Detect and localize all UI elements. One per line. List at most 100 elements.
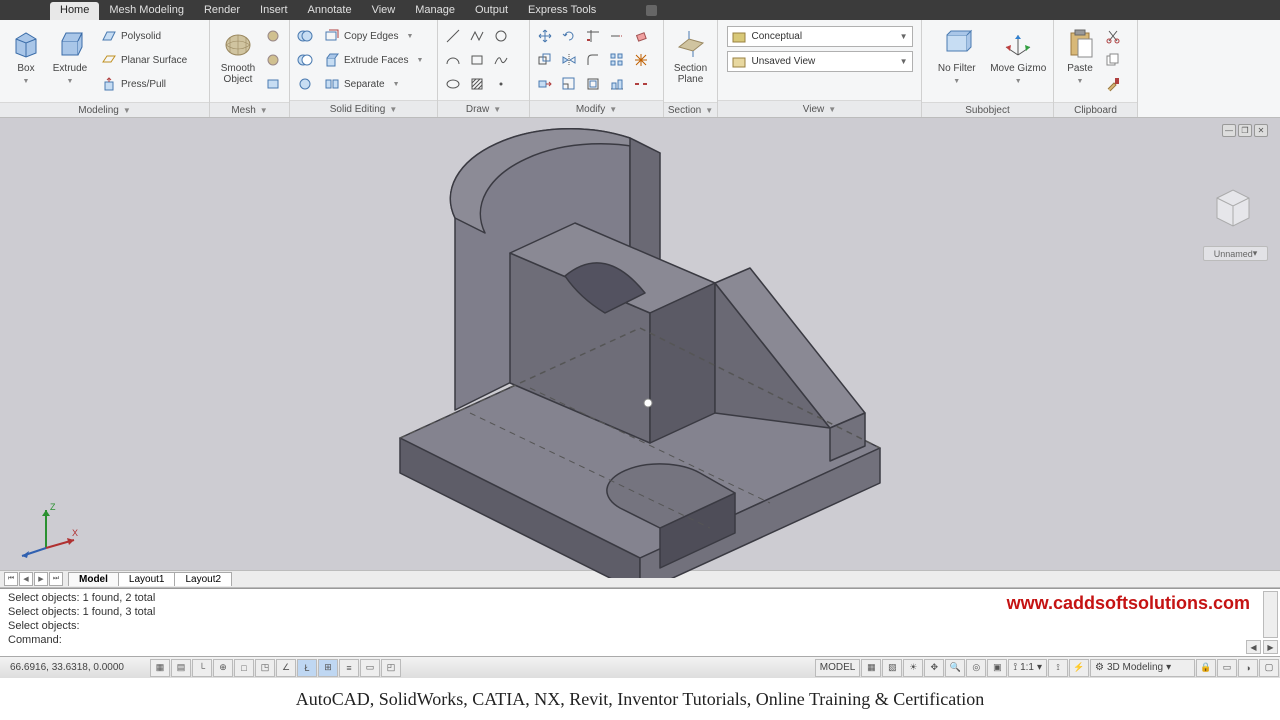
rotate-button[interactable] (558, 25, 580, 47)
drawing-canvas[interactable]: — ❐ ✕ (0, 118, 1280, 570)
cmd-scroll-left[interactable]: ◀ (1246, 640, 1261, 654)
point-button[interactable] (490, 73, 512, 95)
mesh-more1-button[interactable] (262, 25, 284, 47)
circle-button[interactable] (490, 25, 512, 47)
tab-home[interactable]: Home (50, 2, 99, 20)
hardware-accel[interactable]: ▭ (1217, 659, 1237, 677)
panel-mesh-title[interactable]: Mesh▼ (210, 102, 289, 117)
canvas-close-button[interactable]: ✕ (1254, 124, 1268, 137)
3dosnap-toggle[interactable]: ◳ (255, 659, 275, 677)
fillet-button[interactable] (582, 49, 604, 71)
cleanscreen-button[interactable]: ▢ (1259, 659, 1279, 677)
nofilter-button[interactable]: No Filter ▼ (926, 23, 988, 99)
trim-button[interactable] (582, 25, 604, 47)
canvas-restore-button[interactable]: ❐ (1238, 124, 1252, 137)
ortho-toggle[interactable]: └ (192, 659, 212, 677)
tab-view[interactable]: View (362, 2, 406, 20)
arc-button[interactable] (442, 49, 464, 71)
rect-button[interactable] (466, 49, 488, 71)
planarsurface-button[interactable]: Planar Surface (96, 49, 192, 71)
tab-meshmodeling[interactable]: Mesh Modeling (99, 2, 194, 20)
zoom-button[interactable]: 🔍 (945, 659, 965, 677)
extrude-button[interactable]: Extrude ▼ (48, 23, 92, 99)
explode-button[interactable] (630, 49, 652, 71)
sc-toggle[interactable]: ◰ (381, 659, 401, 677)
workspace-sun[interactable]: ☀ (903, 659, 923, 677)
toolbar-lock[interactable]: 🔒 (1196, 659, 1216, 677)
spline-button[interactable] (490, 49, 512, 71)
matchprop-button[interactable] (1102, 73, 1124, 95)
command-window[interactable]: Select objects: 1 found, 2 total Select … (0, 588, 1280, 656)
modelspace-indicator[interactable]: MODEL (815, 659, 861, 677)
subtract-button[interactable] (294, 49, 316, 71)
showmotion-button[interactable]: ▣ (987, 659, 1007, 677)
canvas-minimize-button[interactable]: — (1222, 124, 1236, 137)
intersect-button[interactable] (294, 73, 316, 95)
erase-button[interactable] (630, 25, 652, 47)
scale-button[interactable] (558, 73, 580, 95)
break-button[interactable] (630, 73, 652, 95)
cut-button[interactable] (1102, 25, 1124, 47)
presspull-button[interactable]: Press/Pull (96, 73, 192, 95)
tab-next-button[interactable]: ▶ (34, 572, 48, 586)
annoscale-dropdown[interactable]: ⟟ 1:1 ▾ (1008, 659, 1047, 677)
tab-last-button[interactable]: ⏭ (49, 572, 63, 586)
steering-button[interactable]: ◎ (966, 659, 986, 677)
tab-render[interactable]: Render (194, 2, 250, 20)
cmd-vscroll[interactable] (1263, 591, 1278, 638)
tab-prev-button[interactable]: ◀ (19, 572, 33, 586)
savedview-dropdown[interactable]: Unsaved View ▼ (727, 51, 913, 72)
paste-button[interactable]: Paste ▼ (1058, 23, 1102, 99)
annovis-toggle[interactable]: ⟟ (1048, 659, 1068, 677)
tab-insert[interactable]: Insert (250, 2, 298, 20)
cmd-scroll-right[interactable]: ▶ (1263, 640, 1278, 654)
box-button[interactable]: Box ▼ (4, 23, 48, 99)
lwt-toggle[interactable]: ≡ (339, 659, 359, 677)
stretch-button[interactable] (534, 73, 556, 95)
visualstyle-dropdown[interactable]: Conceptual ▼ (727, 26, 913, 47)
polar-toggle[interactable]: ⊕ (213, 659, 233, 677)
sectionplane-button[interactable]: Section Plane (668, 23, 713, 99)
extend-button[interactable] (606, 25, 628, 47)
annoauto-toggle[interactable]: ⚡ (1069, 659, 1089, 677)
tab-annotate[interactable]: Annotate (298, 2, 362, 20)
tab-express[interactable]: Express Tools (518, 2, 606, 20)
ducs-toggle[interactable]: Ł (297, 659, 317, 677)
smoothobject-button[interactable]: Smooth Object (214, 23, 262, 99)
osnap-toggle[interactable]: □ (234, 659, 254, 677)
viewcube-label[interactable]: Unnamed ▾ (1203, 246, 1268, 261)
separate-button[interactable]: Separate▼ (319, 73, 428, 95)
extrudefaces-button[interactable]: Extrude Faces▼ (319, 49, 428, 71)
tab-first-button[interactable]: ⏮ (4, 572, 18, 586)
line-button[interactable] (442, 25, 464, 47)
hatch-button[interactable] (466, 73, 488, 95)
polysolid-button[interactable]: Polysolid (96, 25, 192, 47)
polyline-button[interactable] (466, 25, 488, 47)
otrack-toggle[interactable]: ∠ (276, 659, 296, 677)
ellipse-button[interactable] (442, 73, 464, 95)
tabs-help-icon[interactable] (646, 5, 657, 16)
movegizmo-button[interactable]: Move Gizmo ▼ (988, 23, 1050, 99)
viewcube[interactable] (1205, 178, 1260, 233)
offset-button[interactable] (582, 73, 604, 95)
quickview-drawings[interactable]: ▧ (882, 659, 902, 677)
array-button[interactable] (606, 49, 628, 71)
move-button[interactable] (534, 25, 556, 47)
union-button[interactable] (294, 25, 316, 47)
quickview-layouts[interactable]: ▦ (861, 659, 881, 677)
grid-toggle[interactable]: ▤ (171, 659, 191, 677)
modelspace-tab[interactable]: Model (68, 572, 119, 586)
tab-output[interactable]: Output (465, 2, 518, 20)
dyn-toggle[interactable]: ⊞ (318, 659, 338, 677)
mesh-more2-button[interactable] (262, 49, 284, 71)
mesh-more3-button[interactable] (262, 73, 284, 95)
isolate-button[interactable]: ◑ (1238, 659, 1258, 677)
workspace-dropdown[interactable]: ⚙ 3D Modeling ▾ (1090, 659, 1195, 677)
panel-modeling-title[interactable]: Modeling▼ (0, 102, 209, 117)
pan-button[interactable]: ✥ (924, 659, 944, 677)
snap-toggle[interactable]: ▦ (150, 659, 170, 677)
align-button[interactable] (606, 73, 628, 95)
layout2-tab[interactable]: Layout2 (174, 572, 232, 586)
copyedges-button[interactable]: Copy Edges▼ (319, 25, 428, 47)
qp-toggle[interactable]: ▭ (360, 659, 380, 677)
